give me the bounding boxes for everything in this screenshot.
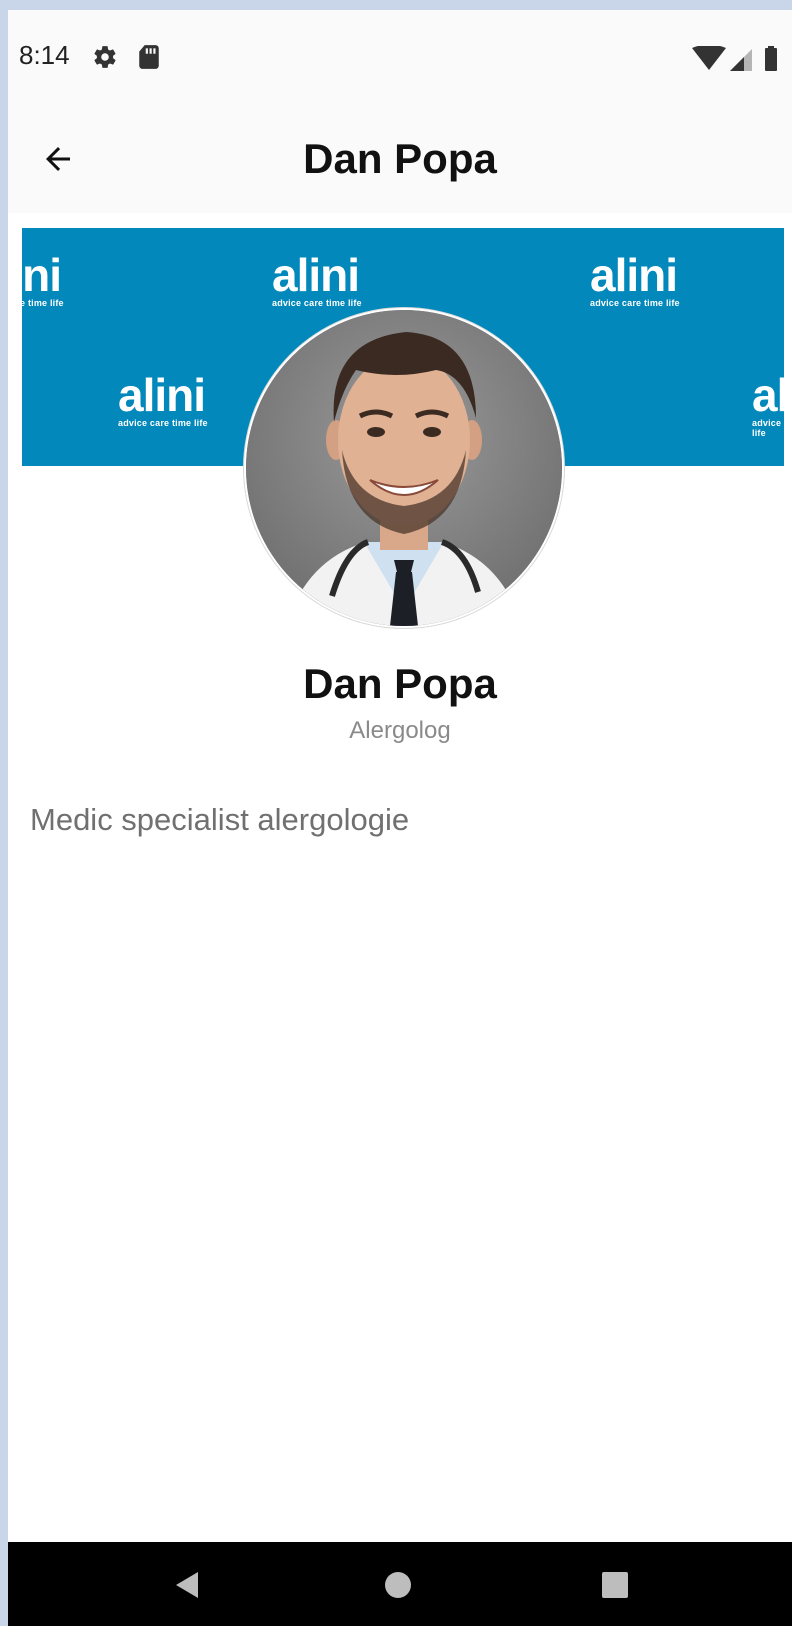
brand-logo: alini advice care time life <box>272 249 362 308</box>
brand-logo: alini advice care time life <box>752 369 784 438</box>
cell-signal-icon <box>730 49 752 71</box>
battery-icon <box>765 46 777 71</box>
profile-description: Medic specialist alergologie <box>30 802 410 837</box>
nav-home-icon[interactable] <box>381 1568 415 1602</box>
brand-logo: alini advice care time life <box>22 249 64 308</box>
page-title: Dan Popa <box>303 135 497 182</box>
profile-name: Dan Popa <box>303 660 497 707</box>
app-bar: Dan Popa <box>8 105 792 213</box>
status-time: 8:14 <box>19 40 70 70</box>
system-nav-bar <box>8 1542 792 1626</box>
brand-logo: alini advice care time life <box>590 249 680 308</box>
avatar <box>244 308 564 628</box>
nav-back-icon[interactable] <box>170 1568 204 1602</box>
profile-role: Alergolog <box>349 717 451 744</box>
status-right-icons <box>692 46 777 71</box>
status-bar: 8:14 <box>8 10 792 105</box>
phone-screen: 8:14 Dan Popa ni e time life alini advic… <box>8 10 792 1626</box>
doctor-photo-icon <box>246 310 562 626</box>
brand-logo: alini advice care time life <box>118 369 208 428</box>
wifi-icon <box>692 46 726 70</box>
nav-recents-icon[interactable] <box>598 1568 632 1602</box>
gear-icon <box>94 46 116 68</box>
sd-card-icon <box>139 45 159 69</box>
